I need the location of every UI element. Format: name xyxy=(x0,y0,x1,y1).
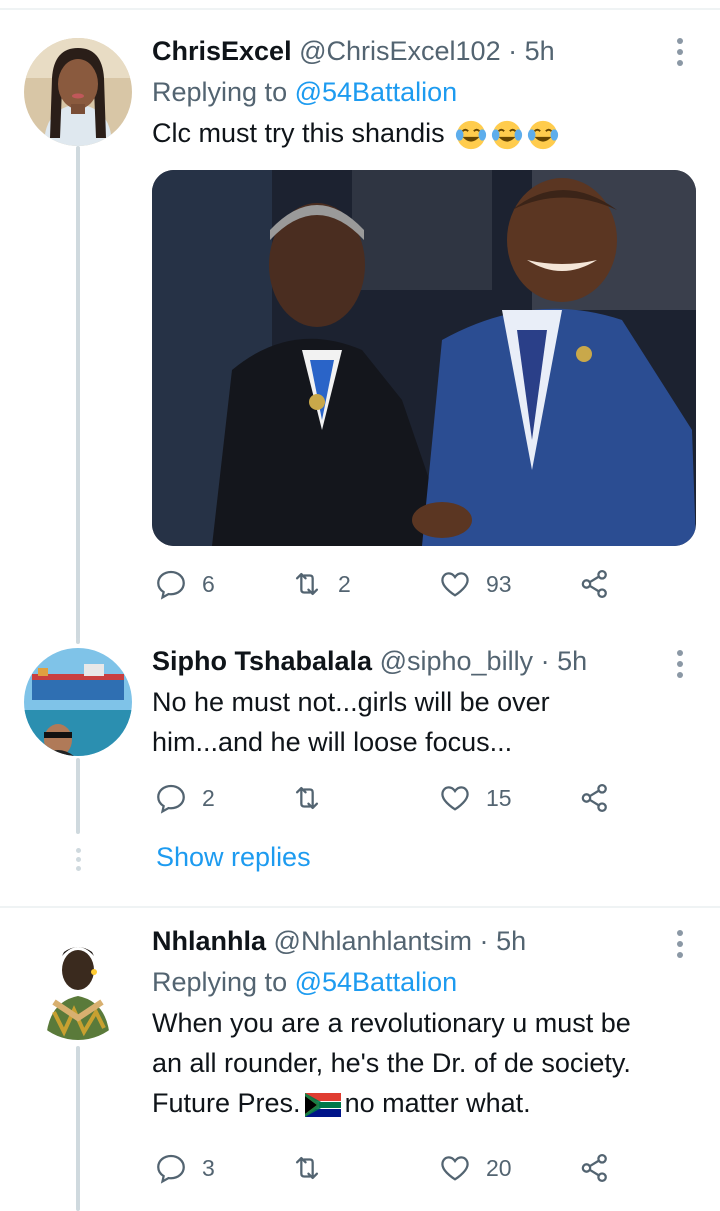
heart-icon xyxy=(441,572,469,597)
separator: · xyxy=(479,926,489,956)
reply-count: 2 xyxy=(202,784,215,811)
avatar[interactable] xyxy=(24,38,132,146)
tweet-3[interactable]: Nhlanhla @Nhlanhlantsim · 5h Replying to… xyxy=(0,908,720,1211)
heart-icon xyxy=(441,1156,469,1181)
thread-line xyxy=(76,146,80,640)
tweet-text-line: No he must not...girls will be over xyxy=(152,687,550,717)
tweet-text-part: Future Pres. xyxy=(152,1088,301,1118)
separator: · xyxy=(508,36,518,66)
like-count: 93 xyxy=(486,570,512,597)
display-name[interactable]: Sipho Tshabalala xyxy=(152,646,372,676)
tweet-actions: 6 2 93 xyxy=(152,564,652,604)
tweet-text: Clc must try this shandis xyxy=(152,113,696,153)
retweet-count: 2 xyxy=(338,570,351,597)
retweet-icon xyxy=(295,786,319,810)
timestamp[interactable]: 5h xyxy=(496,926,526,956)
reply-count: 3 xyxy=(202,1154,215,1181)
replying-handle-link[interactable]: @54Battalion xyxy=(295,967,458,997)
reply-button[interactable]: 6 xyxy=(154,564,215,604)
avatar[interactable] xyxy=(24,648,132,756)
user-handle[interactable]: @ChrisExcel102 xyxy=(299,36,501,66)
tweet-1[interactable]: ChrisExcel @ChrisExcel102 · 5h Replying … xyxy=(0,0,720,640)
tweet-text: When you are a revolutionary u must be a… xyxy=(152,1003,696,1123)
replying-to: Replying to @54Battalion xyxy=(152,965,696,999)
avatar-image xyxy=(24,38,132,146)
tweet-header: Nhlanhla @Nhlanhlantsim · 5h xyxy=(152,924,696,958)
user-handle[interactable]: @Nhlanhlantsim xyxy=(274,926,473,956)
replying-prefix: Replying to xyxy=(152,77,288,107)
heart-icon xyxy=(441,786,469,811)
photo-image xyxy=(152,170,696,546)
share-icon xyxy=(581,1153,607,1183)
tweet-text-line: him...and he will loose focus... xyxy=(152,727,513,757)
reply-icon xyxy=(157,570,185,600)
replying-to: Replying to @54Battalion xyxy=(152,75,696,109)
retweet-icon xyxy=(295,1156,319,1180)
separator: · xyxy=(540,646,550,676)
tweet-header: Sipho Tshabalala @sipho_billy · 5h xyxy=(152,644,696,678)
retweet-icon xyxy=(295,572,319,596)
face-with-tears-of-joy-icon xyxy=(491,120,523,150)
display-name[interactable]: Nhlanhla xyxy=(152,926,266,956)
reply-count: 6 xyxy=(202,570,215,597)
tweet-text-content: Clc must try this shandis xyxy=(152,118,445,148)
like-button[interactable]: 15 xyxy=(438,778,512,818)
avatar-image xyxy=(24,932,132,1040)
like-count: 20 xyxy=(486,1154,512,1181)
timestamp[interactable]: 5h xyxy=(557,646,587,676)
reply-icon xyxy=(157,784,185,814)
face-with-tears-of-joy-icon xyxy=(455,120,487,150)
like-button[interactable]: 20 xyxy=(438,1148,512,1188)
tweet-text-line: Future Pres. no matter what. xyxy=(152,1083,696,1123)
like-button[interactable]: 93 xyxy=(438,564,512,604)
replying-handle-link[interactable]: @54Battalion xyxy=(295,77,458,107)
tweet-actions: 3 20 xyxy=(152,1148,652,1188)
thread-line xyxy=(76,758,80,834)
display-name[interactable]: ChrisExcel xyxy=(152,36,292,66)
thread-line xyxy=(76,638,80,644)
avatar-image xyxy=(24,648,132,756)
avatar[interactable] xyxy=(24,932,132,1040)
tweet-text-part: no matter what. xyxy=(344,1088,531,1118)
thread-line xyxy=(76,1046,80,1211)
share-icon xyxy=(581,569,607,599)
face-with-tears-of-joy-icon xyxy=(527,120,559,150)
timestamp[interactable]: 5h xyxy=(525,36,555,66)
tweet-header: ChrisExcel @ChrisExcel102 · 5h xyxy=(152,34,696,68)
replying-prefix: Replying to xyxy=(152,967,288,997)
retweet-button[interactable] xyxy=(290,778,338,818)
tweet-actions: 2 15 xyxy=(152,778,652,818)
share-button[interactable] xyxy=(578,564,612,604)
more-options-button[interactable] xyxy=(676,650,684,683)
more-options-button[interactable] xyxy=(676,38,684,71)
user-handle[interactable]: @sipho_billy xyxy=(380,646,533,676)
show-replies-link[interactable]: Show replies xyxy=(156,842,311,873)
retweet-button[interactable]: 2 xyxy=(290,564,351,604)
tweet-photo[interactable] xyxy=(152,170,696,546)
tweet-text: No he must not...girls will be over him.… xyxy=(152,682,696,762)
tweet-text-line: an all rounder, he's the Dr. of de socie… xyxy=(152,1048,631,1078)
share-icon xyxy=(581,783,607,813)
reply-button[interactable]: 2 xyxy=(154,778,215,818)
share-button[interactable] xyxy=(578,1148,612,1188)
reply-icon xyxy=(157,1154,185,1184)
reply-button[interactable]: 3 xyxy=(154,1148,215,1188)
thread-continuation-dots xyxy=(74,848,82,875)
south-africa-flag-icon xyxy=(304,1092,341,1117)
retweet-button[interactable] xyxy=(290,1148,338,1188)
more-options-button[interactable] xyxy=(676,930,684,963)
tweet-2[interactable]: Sipho Tshabalala @sipho_billy · 5h No he… xyxy=(0,638,720,906)
tweet-text-line: When you are a revolutionary u must be xyxy=(152,1008,631,1038)
share-button[interactable] xyxy=(578,778,612,818)
like-count: 15 xyxy=(486,784,512,811)
